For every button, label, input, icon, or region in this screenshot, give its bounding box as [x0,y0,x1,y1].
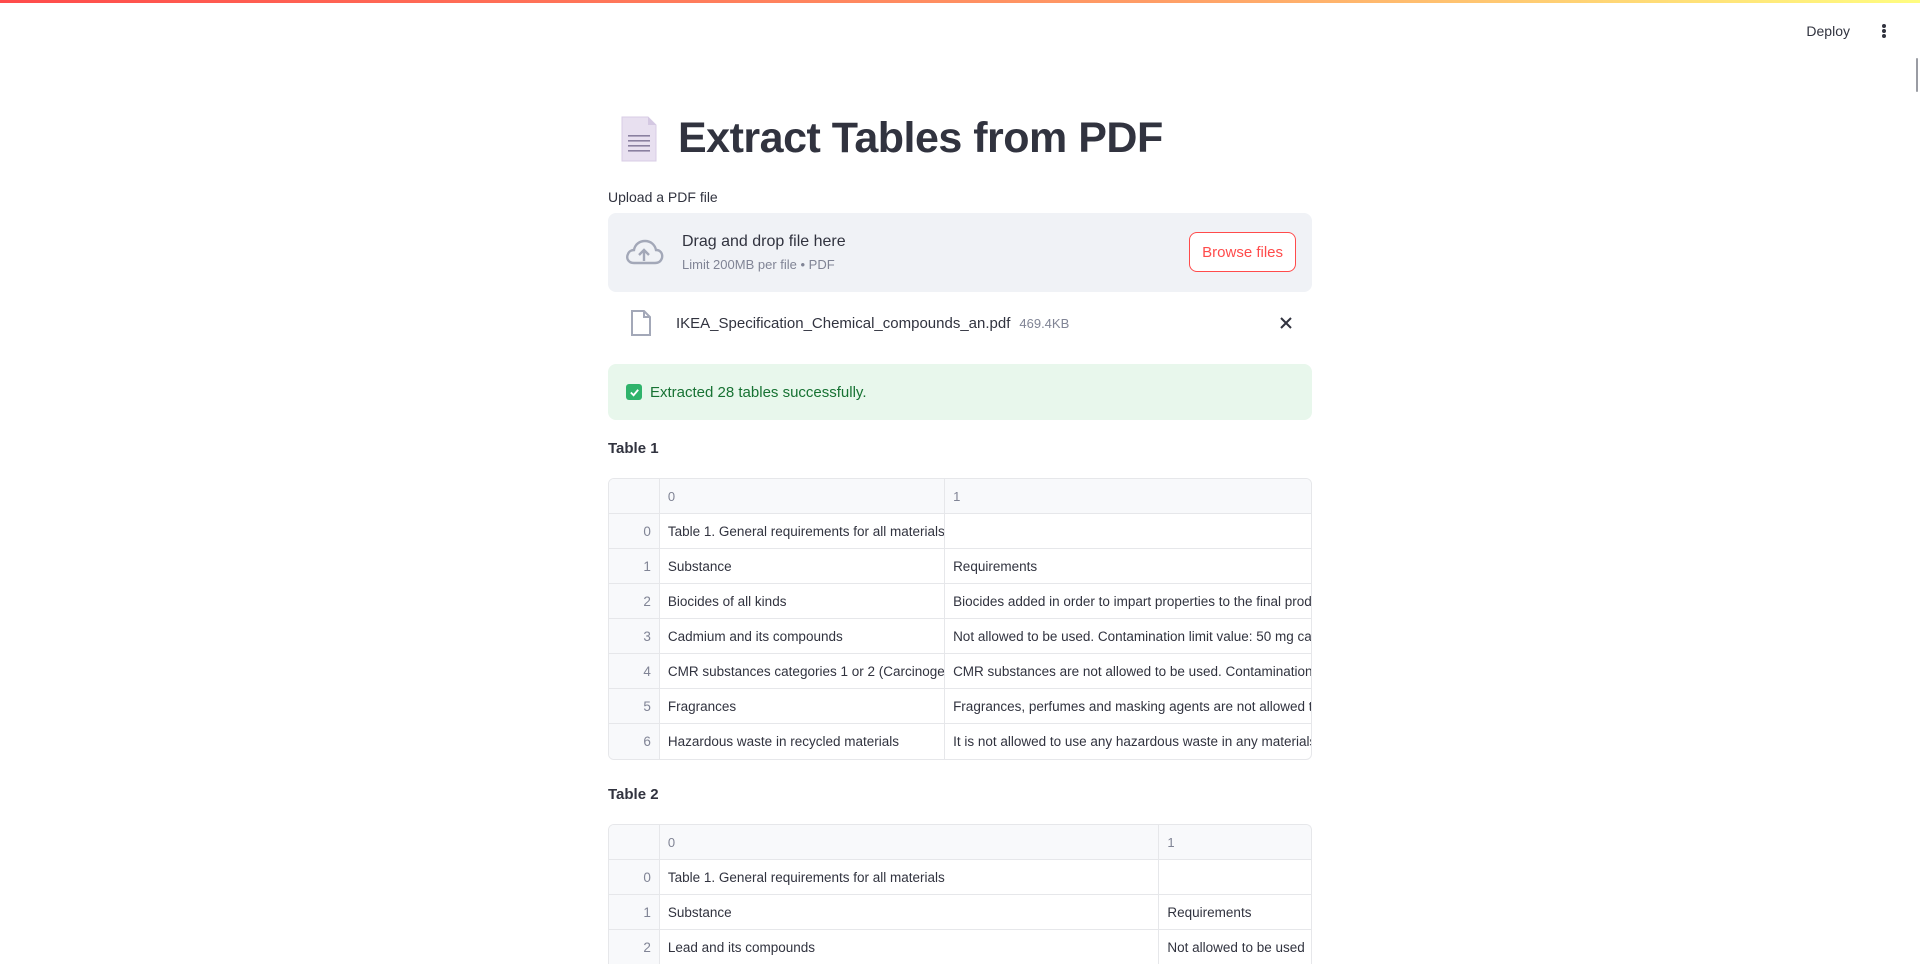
index-header [609,825,660,859]
cloud-upload-icon [626,239,664,264]
table-cell[interactable]: Lead and its compounds [660,930,1160,964]
scrollbar-thumb[interactable] [1916,58,1918,92]
table-cell[interactable]: Not allowed to be used. Contamination li… [945,619,1311,653]
table-cell[interactable]: CMR substances categories 1 or 2 (Carcin… [660,654,946,688]
table-cell[interactable]: Table 1. General requirements for all ma… [660,514,946,548]
index-header [609,479,660,513]
table-cell[interactable] [1159,860,1311,894]
row-index: 3 [609,619,660,653]
table-cell[interactable]: Substance [660,895,1160,929]
dropzone-title: Drag and drop file here [682,233,846,250]
dataframe-table-1[interactable]: 0 1 0 Table 1. General requirements for … [608,478,1312,760]
column-header[interactable]: 0 [660,825,1160,859]
row-index: 1 [609,895,660,929]
table-row: 1 Substance Requirements [609,895,1311,930]
table-heading: Table 2 [608,786,659,803]
page-facing-up-icon [620,115,658,163]
table-row: 5 Fragrances Fragrances, perfumes and ma… [609,689,1311,724]
table-cell[interactable]: Biocides of all kinds [660,584,946,618]
table-cell[interactable] [945,514,1311,548]
column-header[interactable]: 1 [945,479,1311,513]
top-decoration-bar [0,0,1920,3]
table-header-row: 0 1 [609,825,1311,860]
file-dropzone[interactable]: Drag and drop file here Limit 200MB per … [608,213,1312,292]
row-index: 5 [609,689,660,723]
uploaded-file: IKEA_Specification_Chemical_compounds_an… [608,305,1312,341]
column-header[interactable]: 0 [660,479,946,513]
success-message: Extracted 28 tables successfully. [650,383,867,401]
table-cell[interactable]: Fragrances [660,689,946,723]
dropzone-text: Drag and drop file here Limit 200MB per … [682,233,846,272]
app-header-actions: Deploy [1806,22,1892,40]
uploader-label: Upload a PDF file [608,189,718,205]
title-row: Extract Tables from PDF [608,114,1163,163]
table-row: 0 Table 1. General requirements for all … [609,860,1311,895]
table-cell[interactable]: Fragrances, perfumes and masking agents … [945,689,1311,723]
table-cell[interactable]: CMR substances are not allowed to be use… [945,654,1311,688]
success-alert: Extracted 28 tables successfully. [608,364,1312,420]
table-cell[interactable]: Requirements [945,549,1311,583]
row-index: 0 [609,514,660,548]
row-index: 2 [609,930,660,964]
row-index: 2 [609,584,660,618]
row-index: 1 [609,549,660,583]
page-title: Extract Tables from PDF [678,114,1163,162]
table-row: 2 Biocides of all kinds Biocides added i… [609,584,1311,619]
table-cell[interactable]: Requirements [1159,895,1311,929]
deploy-button[interactable]: Deploy [1806,23,1850,39]
row-index: 4 [609,654,660,688]
dataframe-table-2[interactable]: 0 1 0 Table 1. General requirements for … [608,824,1312,964]
table-cell[interactable]: Substance [660,549,946,583]
file-name: IKEA_Specification_Chemical_compounds_an… [676,314,1011,332]
table-cell[interactable]: Hazardous waste in recycled materials [660,724,946,759]
table-cell[interactable]: Cadmium and its compounds [660,619,946,653]
main-menu-icon[interactable] [1876,22,1892,40]
column-header[interactable]: 1 [1159,825,1311,859]
table-cell[interactable]: Not allowed to be used [1159,930,1311,964]
check-mark-icon [626,384,642,400]
table-header-row: 0 1 [609,479,1311,514]
table-cell[interactable]: Biocides added in order to impart proper… [945,584,1311,618]
file-size: 469.4KB [1019,315,1070,331]
table-row: 1 Substance Requirements [609,549,1311,584]
table-row: 2 Lead and its compounds Not allowed to … [609,930,1311,964]
table-cell[interactable]: Table 1. General requirements for all ma… [660,860,1160,894]
table-heading: Table 1 [608,440,659,457]
table-row: 6 Hazardous waste in recycled materials … [609,724,1311,759]
browse-files-button[interactable]: Browse files [1189,232,1296,272]
table-row: 3 Cadmium and its compounds Not allowed … [609,619,1311,654]
table-cell[interactable]: It is not allowed to use any hazardous w… [945,724,1311,759]
row-index: 0 [609,860,660,894]
table-row: 4 CMR substances categories 1 or 2 (Carc… [609,654,1311,689]
file-icon [631,310,651,336]
table-row: 0 Table 1. General requirements for all … [609,514,1311,549]
dropzone-limit: Limit 200MB per file • PDF [682,257,835,272]
row-index: 6 [609,724,660,759]
remove-file-icon[interactable] [1278,315,1294,331]
